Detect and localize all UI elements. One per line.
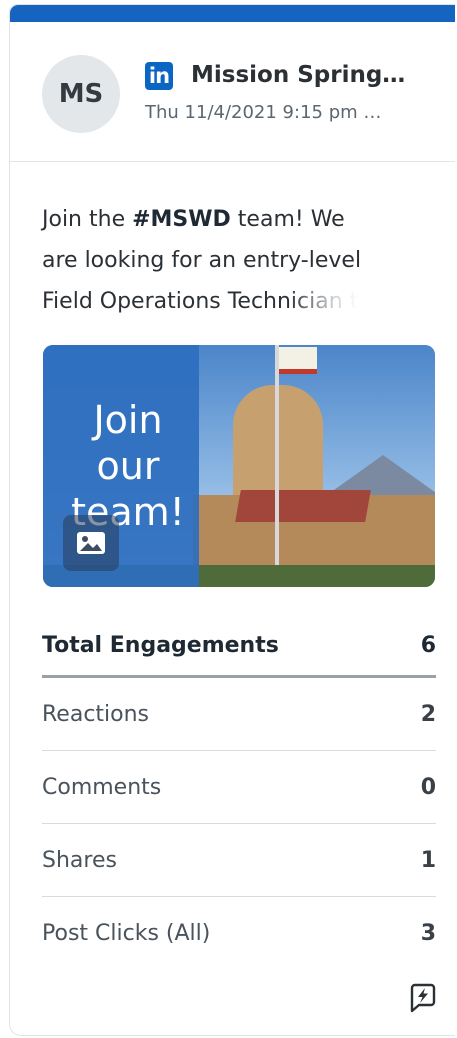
stat-row-comments: Comments 0: [42, 751, 436, 824]
post-text-prefix: Join the: [42, 207, 133, 232]
card-accent-bar: [10, 5, 455, 22]
stat-row-post-clicks: Post Clicks (All) 3: [42, 897, 436, 969]
post-text-line3: Field Operations Technician t: [42, 289, 359, 314]
stat-value: 3: [420, 920, 436, 946]
stat-row-shares: Shares 1: [42, 824, 436, 897]
image-icon: [63, 515, 119, 571]
engagement-stats: Total Engagements 6 Reactions 2 Comments…: [42, 615, 436, 969]
post-timestamp: Thu 11/4/2021 9:15 pm …: [145, 102, 382, 123]
stat-value: 0: [420, 774, 436, 800]
post-card[interactable]: MS in Mission Spring… Thu 11/4/2021 9:15…: [9, 4, 455, 1036]
image-roof: [235, 490, 371, 522]
stat-label: Comments: [42, 774, 162, 800]
total-engagements-row: Total Engagements 6: [42, 615, 436, 678]
author-name[interactable]: Mission Spring…: [191, 62, 441, 88]
post-body: Join the #MSWD team! We are looking for …: [42, 199, 412, 322]
post-text-line1: team! We: [230, 207, 345, 232]
avatar[interactable]: MS: [42, 55, 120, 133]
stat-label: Reactions: [42, 701, 150, 727]
stat-value: 2: [420, 701, 436, 727]
post-header: MS in Mission Spring… Thu 11/4/2021 9:15…: [10, 22, 455, 162]
hashtag-link[interactable]: #MSWD: [132, 207, 231, 232]
post-image[interactable]: Join our team!: [43, 345, 435, 587]
post-text-line2: are looking for an entry-level: [42, 248, 362, 273]
total-engagements-label: Total Engagements: [42, 632, 279, 658]
image-flag: [279, 347, 317, 374]
stat-row-reactions: Reactions 2: [42, 678, 436, 751]
stat-label: Post Clicks (All): [42, 920, 211, 946]
linkedin-icon: in: [145, 62, 173, 90]
image-flagpole: [275, 345, 279, 587]
stat-value: 1: [420, 847, 436, 873]
stat-label: Shares: [42, 847, 117, 873]
total-engagements-value: 6: [420, 632, 436, 658]
quick-reply-icon[interactable]: [407, 982, 439, 1014]
